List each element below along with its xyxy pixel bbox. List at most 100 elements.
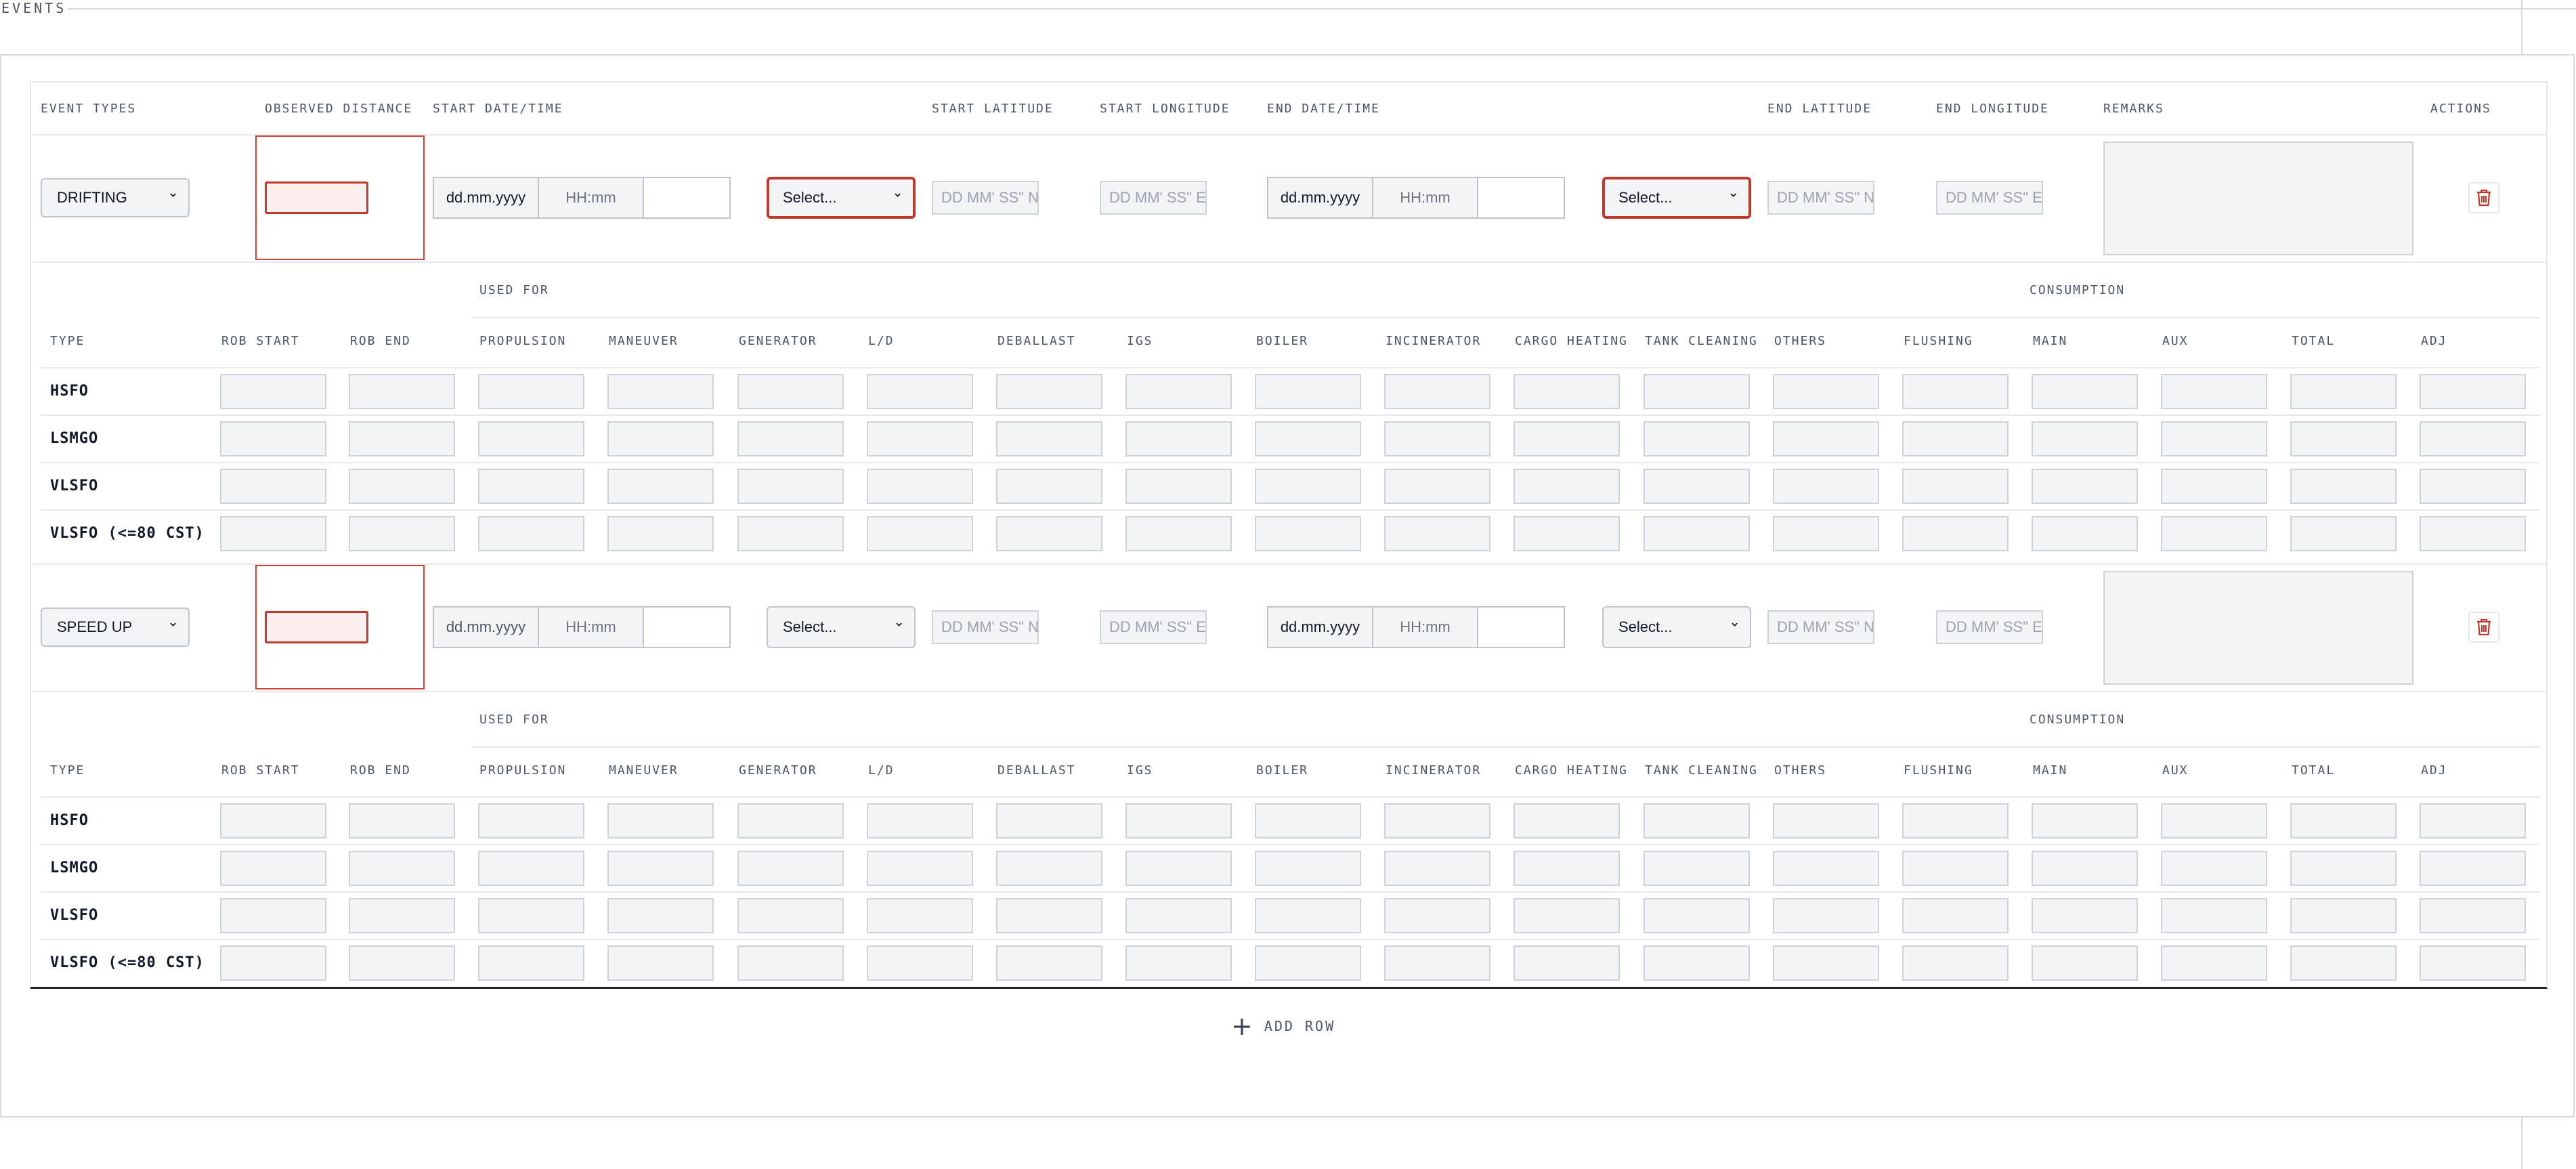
consumption-input[interactable] bbox=[607, 469, 714, 504]
consumption-input[interactable] bbox=[1773, 803, 1879, 838]
consumption-input[interactable] bbox=[1514, 851, 1620, 886]
consumption-input[interactable] bbox=[996, 803, 1102, 838]
consumption-input[interactable] bbox=[996, 374, 1102, 409]
consumption-input[interactable] bbox=[867, 469, 973, 504]
consumption-input[interactable] bbox=[220, 851, 326, 886]
consumption-input[interactable] bbox=[2032, 945, 2138, 981]
consumption-input[interactable] bbox=[1514, 421, 1620, 456]
consumption-input[interactable] bbox=[2290, 516, 2397, 551]
consumption-input[interactable] bbox=[220, 421, 326, 456]
consumption-input[interactable] bbox=[2161, 945, 2267, 981]
consumption-input[interactable] bbox=[2420, 421, 2526, 456]
consumption-input[interactable] bbox=[737, 898, 844, 933]
consumption-input[interactable] bbox=[220, 945, 326, 981]
consumption-input[interactable] bbox=[2161, 803, 2267, 838]
consumption-input[interactable] bbox=[1255, 898, 1361, 933]
end-timezone-select[interactable]: Select... ⌄ bbox=[1602, 177, 1751, 219]
consumption-input[interactable] bbox=[2420, 469, 2526, 504]
consumption-input[interactable] bbox=[996, 898, 1102, 933]
consumption-input[interactable] bbox=[1644, 374, 1750, 409]
observed-distance-input[interactable] bbox=[265, 182, 368, 214]
consumption-input[interactable] bbox=[2290, 945, 2397, 981]
end-time-field[interactable]: HH:mm bbox=[1373, 178, 1478, 217]
consumption-input[interactable] bbox=[737, 421, 844, 456]
event-type-select[interactable]: SPEED UP ⌄ bbox=[41, 608, 190, 647]
end-datetime-input[interactable]: dd.mm.yyyy HH:mm bbox=[1267, 177, 1565, 219]
consumption-input[interactable] bbox=[349, 898, 455, 933]
remarks-textarea[interactable] bbox=[2103, 142, 2413, 255]
consumption-input[interactable] bbox=[996, 469, 1102, 504]
consumption-input[interactable] bbox=[220, 374, 326, 409]
consumption-input[interactable] bbox=[1255, 421, 1361, 456]
consumption-input[interactable] bbox=[1514, 516, 1620, 551]
consumption-input[interactable] bbox=[478, 945, 584, 981]
consumption-input[interactable] bbox=[1902, 516, 2009, 551]
consumption-input[interactable] bbox=[2290, 421, 2397, 456]
end-datetime-input[interactable]: dd.mm.yyyy HH:mm bbox=[1267, 606, 1565, 648]
consumption-input[interactable] bbox=[1773, 469, 1879, 504]
consumption-input[interactable] bbox=[2290, 851, 2397, 886]
consumption-input[interactable] bbox=[996, 516, 1102, 551]
consumption-input[interactable] bbox=[2161, 851, 2267, 886]
consumption-input[interactable] bbox=[2290, 469, 2397, 504]
consumption-input[interactable] bbox=[2032, 469, 2138, 504]
consumption-input[interactable] bbox=[1773, 898, 1879, 933]
start-time-field[interactable]: HH:mm bbox=[539, 178, 644, 217]
consumption-input[interactable] bbox=[1644, 803, 1750, 838]
consumption-input[interactable] bbox=[1384, 898, 1490, 933]
consumption-input[interactable] bbox=[1125, 374, 1232, 409]
consumption-input[interactable] bbox=[220, 898, 326, 933]
consumption-input[interactable] bbox=[2161, 898, 2267, 933]
consumption-input[interactable] bbox=[1902, 469, 2009, 504]
consumption-input[interactable] bbox=[737, 374, 844, 409]
consumption-input[interactable] bbox=[2161, 516, 2267, 551]
consumption-input[interactable] bbox=[478, 374, 584, 409]
consumption-input[interactable] bbox=[737, 803, 844, 838]
start-datetime-input[interactable]: dd.mm.yyyy HH:mm bbox=[433, 606, 731, 648]
consumption-input[interactable] bbox=[867, 945, 973, 981]
start-longitude-input[interactable]: DD MM' SS" E bbox=[1100, 181, 1207, 215]
consumption-input[interactable] bbox=[1384, 945, 1490, 981]
start-latitude-input[interactable]: DD MM' SS" N bbox=[932, 610, 1039, 644]
consumption-input[interactable] bbox=[2290, 374, 2397, 409]
end-latitude-input[interactable]: DD MM' SS" N bbox=[1767, 181, 1874, 215]
consumption-input[interactable] bbox=[220, 516, 326, 551]
consumption-input[interactable] bbox=[996, 851, 1102, 886]
start-latitude-input[interactable]: DD MM' SS" N bbox=[932, 181, 1039, 215]
consumption-input[interactable] bbox=[349, 469, 455, 504]
end-timezone-select[interactable]: Select... ⌄ bbox=[1602, 606, 1751, 648]
consumption-input[interactable] bbox=[349, 516, 455, 551]
consumption-input[interactable] bbox=[1125, 898, 1232, 933]
consumption-input[interactable] bbox=[1125, 469, 1232, 504]
consumption-input[interactable] bbox=[2420, 851, 2526, 886]
consumption-input[interactable] bbox=[1902, 851, 2009, 886]
start-date-field[interactable]: dd.mm.yyyy bbox=[434, 608, 539, 647]
consumption-input[interactable] bbox=[349, 421, 455, 456]
add-row-button[interactable]: + ADD ROW bbox=[1231, 1013, 1335, 1039]
consumption-input[interactable] bbox=[1773, 851, 1879, 886]
consumption-input[interactable] bbox=[2161, 469, 2267, 504]
consumption-input[interactable] bbox=[1644, 516, 1750, 551]
consumption-input[interactable] bbox=[220, 469, 326, 504]
consumption-input[interactable] bbox=[1125, 421, 1232, 456]
consumption-input[interactable] bbox=[478, 803, 584, 838]
consumption-input[interactable] bbox=[478, 851, 584, 886]
consumption-input[interactable] bbox=[1514, 374, 1620, 409]
end-time-field[interactable]: HH:mm bbox=[1373, 608, 1478, 647]
consumption-input[interactable] bbox=[2420, 374, 2526, 409]
consumption-input[interactable] bbox=[1384, 851, 1490, 886]
end-date-field[interactable]: dd.mm.yyyy bbox=[1268, 608, 1373, 647]
consumption-input[interactable] bbox=[1644, 851, 1750, 886]
consumption-input[interactable] bbox=[478, 469, 584, 504]
consumption-input[interactable] bbox=[220, 803, 326, 838]
consumption-input[interactable] bbox=[2032, 898, 2138, 933]
consumption-input[interactable] bbox=[867, 851, 973, 886]
consumption-input[interactable] bbox=[1255, 374, 1361, 409]
consumption-input[interactable] bbox=[607, 851, 714, 886]
consumption-input[interactable] bbox=[349, 803, 455, 838]
consumption-input[interactable] bbox=[2420, 945, 2526, 981]
consumption-input[interactable] bbox=[1902, 374, 2009, 409]
consumption-input[interactable] bbox=[737, 469, 844, 504]
consumption-input[interactable] bbox=[607, 516, 714, 551]
consumption-input[interactable] bbox=[1514, 469, 1620, 504]
